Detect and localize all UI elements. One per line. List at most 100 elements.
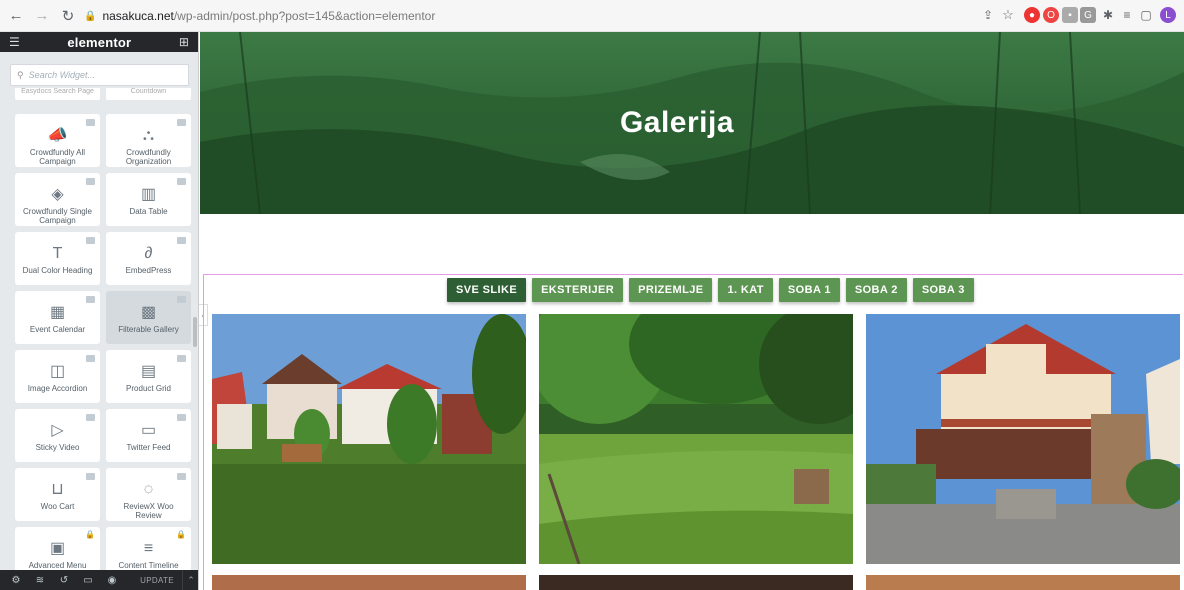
widget-tile[interactable]: ◈ Crowdfundly Single Campaign — [15, 173, 100, 226]
filter-room-1[interactable]: SOBA 1 — [778, 278, 840, 302]
widget-label: ReviewX Woo Review — [123, 502, 174, 520]
product-grid-icon: ▤ — [140, 363, 157, 380]
filter-room-2[interactable]: SOBA 2 — [845, 278, 907, 302]
organization-icon: ⛬ — [142, 127, 155, 144]
search-widget-input[interactable]: ⚲ Search Widget... — [10, 64, 189, 86]
table-icon: ▥ — [140, 186, 157, 203]
search-placeholder: Search Widget... — [28, 70, 96, 80]
widget-badge-icon — [177, 237, 186, 244]
chevron-up-icon[interactable]: ⌃ — [182, 570, 198, 590]
preview-eye-icon[interactable]: ◉ — [104, 575, 120, 586]
embed-icon: ∂ — [144, 245, 153, 262]
twitter-feed-icon: ▭ — [140, 422, 157, 439]
widget-badge-icon — [86, 355, 95, 362]
filter-room-3[interactable]: SOBA 3 — [912, 278, 974, 302]
lock-icon: 🔒 — [84, 10, 97, 22]
filter-all[interactable]: SVE SLIKE — [447, 278, 527, 302]
extension-icon[interactable]: ▪ — [1062, 7, 1078, 23]
filter-first-floor[interactable]: 1. KAT — [718, 278, 773, 302]
widget-tile[interactable]: ⊔ Woo Cart — [15, 468, 100, 521]
browser-toolbar: ← → ↻ 🔒 nasakuca.net /wp-admin/post.php?… — [0, 0, 1184, 32]
panel-header: ☰ elementor ⊞ — [0, 32, 198, 52]
review-icon: ◌ — [143, 481, 154, 498]
gallery-filters: SVE SLIKE EKSTERIJER PRIZEMLJE 1. KAT SO… — [447, 278, 974, 302]
gallery-image-row2-2[interactable] — [539, 575, 853, 590]
elementor-logo: elementor — [67, 34, 132, 50]
widget-label: Advanced Menu — [28, 561, 87, 570]
widget-tile[interactable]: ◫ Image Accordion — [15, 350, 100, 403]
widget-label: Filterable Gallery — [118, 325, 179, 334]
widgets-grid-icon[interactable]: ⊞ — [179, 35, 189, 49]
widget-tile[interactable]: ◌ ReviewX Woo Review — [106, 468, 191, 521]
video-icon: ▷ — [51, 422, 64, 439]
back-arrow-icon[interactable]: ← — [6, 6, 26, 26]
widget-tile[interactable]: ▥ Data Table — [106, 173, 191, 226]
widget-tile[interactable]: ▦ Event Calendar — [15, 291, 100, 344]
widget-tile[interactable]: 📣 Crowdfundly All Campaign — [15, 114, 100, 167]
share-icon[interactable]: ⇪ — [980, 7, 996, 23]
gallery-image-house[interactable] — [866, 314, 1180, 564]
widget-tile[interactable]: ▷ Sticky Video — [15, 409, 100, 462]
hero-banner: Galerija — [200, 32, 1184, 214]
hamburger-menu-icon[interactable]: ☰ — [9, 35, 20, 49]
adblock-icon[interactable]: ● — [1024, 7, 1040, 23]
responsive-icon[interactable]: ▭ — [80, 575, 96, 586]
calendar-icon: ▦ — [49, 304, 66, 321]
reading-list-icon[interactable]: ≡ — [1119, 7, 1135, 23]
widget-label: Data Table — [129, 207, 168, 216]
settings-icon[interactable]: ⚙ — [8, 575, 24, 586]
widget-tile[interactable]: ▭ Twitter Feed — [106, 409, 191, 462]
gallery-image-row2-1[interactable] — [212, 575, 526, 590]
opera-icon[interactable]: O — [1043, 7, 1059, 23]
menu-icon: ▣ — [49, 540, 66, 557]
widget-badge-icon — [86, 414, 95, 421]
filter-exterior[interactable]: EKSTERIJER — [532, 278, 624, 302]
widget-label: Woo Cart — [40, 502, 75, 511]
widget-badge-icon — [177, 355, 186, 362]
widget-badge-icon — [177, 473, 186, 480]
widget-label: Crowdfundly Organization — [125, 148, 172, 166]
widget-tile[interactable]: ⛬ Crowdfundly Organization — [106, 114, 191, 167]
widget-label: Product Grid — [126, 384, 171, 393]
url-domain: nasakuca.net — [102, 9, 174, 23]
widget-badge-icon — [86, 119, 95, 126]
history-icon[interactable]: ↺ — [56, 575, 72, 586]
forward-arrow-icon[interactable]: → — [32, 6, 52, 26]
grammarly-icon[interactable]: G — [1080, 7, 1096, 23]
window-icon[interactable]: ▢ — [1138, 7, 1154, 23]
widget-label: Twitter Feed — [126, 443, 171, 452]
reload-icon[interactable]: ↻ — [58, 6, 78, 26]
widget-easydocs-search[interactable]: Easydocs Search Page — [15, 88, 100, 100]
accordion-icon: ◫ — [49, 363, 66, 380]
widget-tile[interactable]: ∂ EmbedPress — [106, 232, 191, 285]
panel-scrollbar[interactable] — [193, 317, 197, 347]
puzzle-icon[interactable]: ✱ — [1100, 7, 1116, 23]
widget-label: Content Timeline — [118, 561, 179, 570]
address-bar[interactable]: 🔒 nasakuca.net /wp-admin/post.php?post=1… — [84, 6, 435, 26]
widget-badge-icon — [177, 296, 186, 303]
widget-countdown[interactable]: Countdown — [106, 88, 191, 100]
widget-badge-icon — [86, 296, 95, 303]
bookmark-star-icon[interactable]: ☆ — [1000, 7, 1016, 23]
widget-label: Sticky Video — [35, 443, 80, 452]
cut-widget-row: Easydocs Search Page Countdown — [0, 88, 198, 102]
gallery-image-row2-3[interactable] — [866, 575, 1180, 590]
widget-label: Event Calendar — [29, 325, 86, 334]
widget-label: Crowdfundly Single Campaign — [23, 207, 92, 225]
gallery-image-village[interactable] — [212, 314, 526, 564]
widget-tile[interactable]: T Dual Color Heading — [15, 232, 100, 285]
widget-badge-icon — [177, 414, 186, 421]
widget-tile[interactable]: ▤ Product Grid — [106, 350, 191, 403]
widget-badge-icon — [177, 119, 186, 126]
update-button[interactable]: UPDATE — [133, 570, 181, 590]
widget-tile[interactable]: ▩ Filterable Gallery — [106, 291, 191, 344]
navigator-icon[interactable]: ≋ — [32, 575, 48, 586]
cart-icon: ⊔ — [51, 481, 64, 498]
widget-badge-icon — [86, 178, 95, 185]
widget-label: Image Accordion — [27, 384, 88, 393]
gallery-image-meadow[interactable] — [539, 314, 853, 564]
dual-heading-icon: T — [52, 245, 63, 262]
filter-ground-floor[interactable]: PRIZEMLJE — [629, 278, 713, 302]
avatar[interactable]: L — [1160, 7, 1176, 23]
panel-footer: ⚙ ≋ ↺ ▭ ◉ UPDATE ⌃ — [0, 570, 198, 590]
